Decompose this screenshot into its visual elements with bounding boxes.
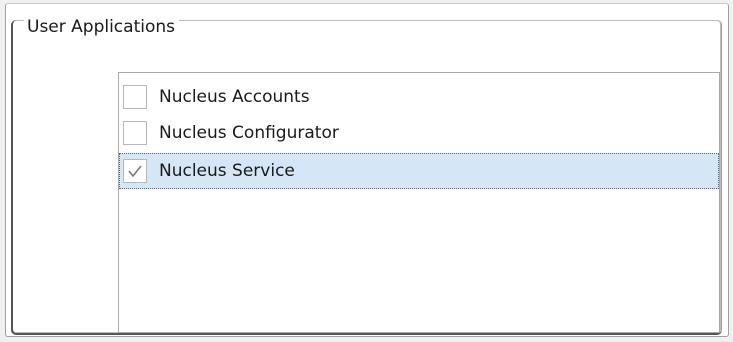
applications-checklist[interactable]: Nucleus Accounts Nucleus Configurator Nu…	[118, 72, 720, 333]
list-item-nucleus-service[interactable]: Nucleus Service	[119, 153, 719, 189]
nucleus-accounts-checkbox[interactable]	[123, 85, 147, 109]
list-item-label: Nucleus Configurator	[159, 123, 339, 143]
list-item-nucleus-accounts[interactable]: Nucleus Accounts	[119, 79, 719, 115]
list-item-label: Nucleus Service	[159, 161, 295, 181]
dialog-window: User Applications Nucleus Accounts Nucle…	[0, 0, 733, 342]
nucleus-configurator-checkbox[interactable]	[123, 121, 147, 145]
nucleus-service-checkbox[interactable]	[123, 159, 147, 183]
list-item-nucleus-configurator[interactable]: Nucleus Configurator	[119, 115, 719, 151]
groupbox-title: User Applications	[24, 16, 179, 38]
list-item-label: Nucleus Accounts	[159, 87, 310, 107]
checkmark-icon	[128, 165, 142, 178]
